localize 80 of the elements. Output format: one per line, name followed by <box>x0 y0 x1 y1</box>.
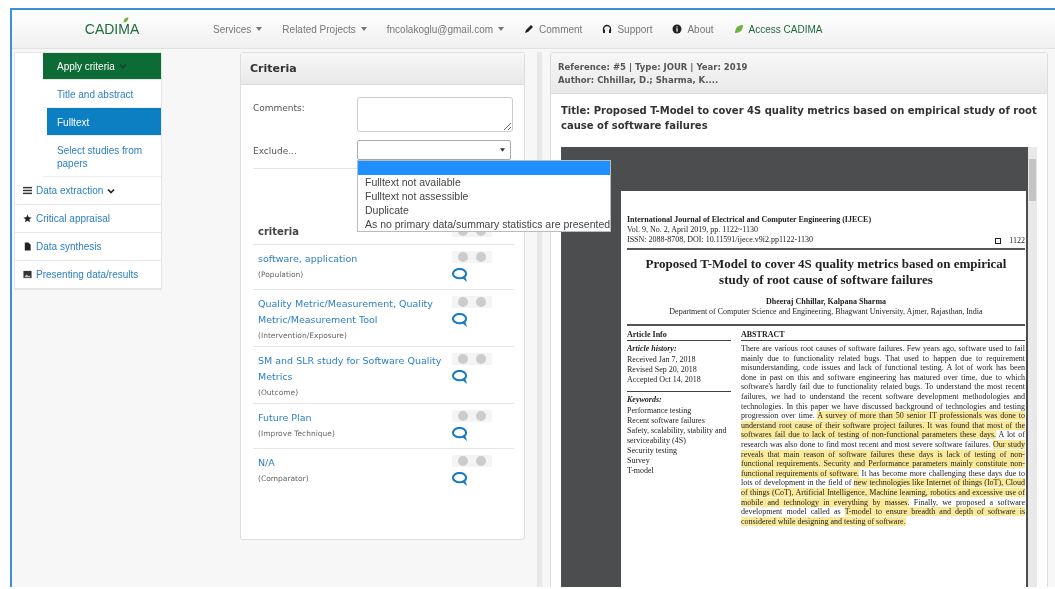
column-heading: criteria <box>258 225 299 237</box>
dropdown-option[interactable]: As no primary data/summary statistics are presented <box>358 217 610 231</box>
sidebar-item[interactable]: Data extraction <box>15 177 161 205</box>
nav-link[interactable]: Services <box>213 23 263 35</box>
caret-icon <box>500 148 505 152</box>
history-line: Accepted Oct 14, 2018 <box>627 375 702 385</box>
caret-icon <box>256 27 263 31</box>
field-label: Comments: <box>253 102 306 115</box>
paper-affiliation: Department of Computer Science and Engineering, Bhagwant University, Ajmer, Rajasthan, India <box>668 307 984 316</box>
field-label: Exclude... <box>253 145 298 158</box>
pencil-icon <box>524 24 535 34</box>
paper-title: Proposed T-Model to cover 4S quality metrics based on empirical study of root cause of software failures <box>644 256 1008 288</box>
history-line: Received Jan 7, 2018 <box>627 355 697 365</box>
comments-icon[interactable] <box>452 313 469 328</box>
nav-link[interactable]: Comment <box>524 23 583 35</box>
chevron-down-icon <box>107 187 116 194</box>
section-subheading: Article history: <box>627 344 678 353</box>
exclude-dropdown[interactable] <box>357 140 511 160</box>
file-icon <box>23 242 32 251</box>
chevron-down-icon <box>118 63 127 69</box>
criterion-link[interactable]: software, application <box>258 251 443 267</box>
leaf-icon <box>733 24 744 34</box>
keyword-line: Survey <box>627 456 651 466</box>
toggle-drawing[interactable] <box>452 455 492 467</box>
sidebar-subitem[interactable]: Select studies from papers <box>43 136 161 177</box>
caret-icon <box>360 27 367 31</box>
nav-link[interactable]: Access CADIMA <box>733 23 823 35</box>
headset-icon <box>602 24 613 34</box>
nav-link[interactable]: fncolakoglu@gmail.com <box>386 23 505 35</box>
paper-authors: Dheeraj Chhillar, Kalpana Sharma <box>764 297 888 306</box>
toggle-drawing[interactable] <box>452 410 492 422</box>
abstract-paragraph: There are various root causes of software failures. Few years ago, software used to fail mainly due to functionality related bugs. That used to happen due to requirement misunderstanding, code issues and lack of functional testing. A lot of work has been done in past on this and software engineering has matured over time, due to which software's hardly fail due to functionality related bugs. To understand the most recent failures, we had to understand the recent software development methodologies and technologies. In this paper we have discussed background of technologies and testing progression over time. A survey of more than 50 senior IT professionals was done to understand root cause of their software project failures. It was found that most of the softwares fail due to lack of testing of non-functional parameters these days. A lot of research was also done to find most recent and most severe software failures. Our study reveals that main reason of software failures these days is lack of testing of non-functional requirements. Security and Performance parameters mainly constitute non-functional requirements of software. It has become more challenging these days due to lots of development in the field of new technologies like Internet of things (IoT), Cloud of things (CoT), Artificial Intelligence, Machine learning, robotics and excessive use of mobile and technology in everything by masses. Finally, we proposed a software development model called as T-model to ensure breadth and depth of software is considered while designing and testing of software. <box>741 344 1025 527</box>
list-icon <box>23 186 32 195</box>
toggle-drawing[interactable] <box>452 251 492 263</box>
sidebar-item[interactable]: Apply criteria <box>43 53 161 80</box>
keyword-line: Performance testing <box>627 406 693 416</box>
sidebar-item[interactable]: Critical appraisal <box>15 205 161 233</box>
star-icon <box>23 214 32 223</box>
reference-title: Title: Proposed T-Model to cover 4S quality metrics based on empirical study of root cause of software failures <box>560 104 1038 133</box>
section-subheading: Keywords: <box>627 395 663 404</box>
toggle-drawing[interactable] <box>452 353 492 365</box>
dropdown-option[interactable]: Fulltext not available <box>358 175 610 189</box>
journal-issn: ISSN: 2088-8708, DOI: 10.11591/ijece.v9i2.pp1122-1130 <box>627 235 814 245</box>
comments-icon[interactable] <box>452 427 469 442</box>
comments-icon[interactable] <box>452 472 469 487</box>
nav-link[interactable]: About <box>672 23 714 35</box>
keyword-line: Recent software failures <box>627 416 706 426</box>
author-info: Author: Chhillar, D.; Sharma, K.... <box>558 74 720 85</box>
reference-info: Reference: #5 | Type: JOUR | Year: 2019 <box>558 61 749 72</box>
dropdown-option[interactable]: Duplicate <box>358 203 610 217</box>
journal-volume: Vol. 9, No. 2, April 2019, pp. 1122~1130 <box>627 225 759 235</box>
section-heading: Article Info <box>627 330 731 341</box>
comments-field[interactable] <box>357 97 513 132</box>
cadima-logo[interactable]: CADIMA <box>12 21 202 37</box>
sidebar-item[interactable]: Presenting data/results <box>15 261 161 289</box>
leaf-icon <box>123 17 130 23</box>
nav-link[interactable]: Related Projects <box>282 23 367 35</box>
keyword-line: T-model <box>627 466 655 476</box>
info-icon <box>672 24 683 34</box>
comments-icon[interactable] <box>452 268 469 283</box>
criterion-link[interactable]: Future Plan <box>258 410 443 426</box>
caret-icon <box>498 27 505 31</box>
image-icon <box>23 270 32 279</box>
scrollbar[interactable] <box>1028 147 1037 587</box>
panel-title: Criteria <box>250 62 297 75</box>
page-number: 1122 <box>1009 236 1025 245</box>
nav-link[interactable]: Support <box>602 23 653 35</box>
toggle-drawing[interactable] <box>452 296 492 308</box>
sidebar-item[interactable]: Data synthesis <box>15 233 161 261</box>
keyword-line: Safety, scalability, stability and serviceability (4S) <box>627 426 728 446</box>
section-heading: ABSTRACT <box>741 330 1025 341</box>
keyword-line: Security testing <box>627 446 678 456</box>
sidebar-subitem[interactable]: Fulltext <box>47 108 161 136</box>
criterion-link[interactable]: SM and SLR study for Software Quality Metrics <box>258 353 443 385</box>
history-line: Revised Sep 20, 2018 <box>627 365 698 375</box>
dropdown-option[interactable]: Fulltext not assessible <box>358 189 610 203</box>
criterion-link[interactable]: Quality Metric/Measurement, Quality Metric/Measurement Tool <box>258 296 443 328</box>
journal-name: International Journal of Electrical and Computer Engineering (IJECE) <box>627 215 872 225</box>
comments-icon[interactable] <box>452 370 469 385</box>
criterion-link[interactable]: N/A <box>258 455 443 471</box>
